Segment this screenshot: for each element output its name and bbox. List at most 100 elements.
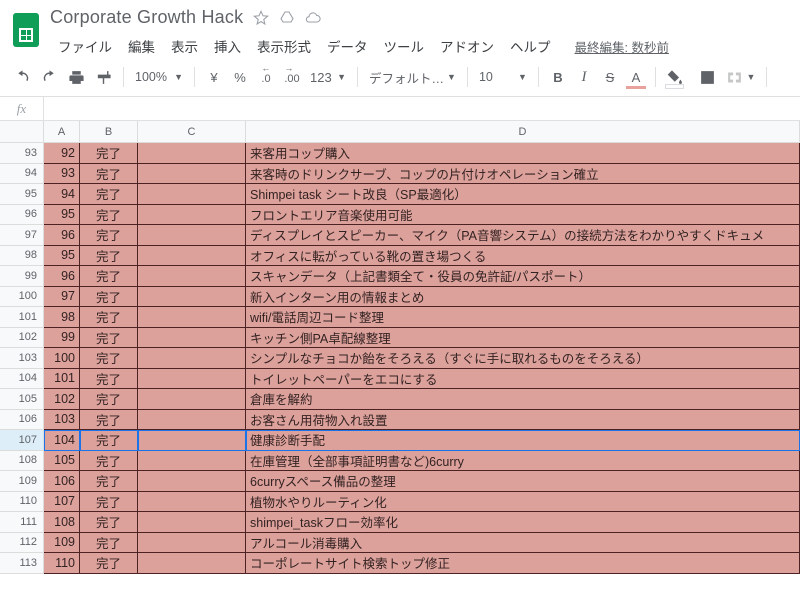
cell-B[interactable]: 完了 bbox=[80, 451, 138, 472]
cell-C[interactable] bbox=[138, 410, 246, 431]
cell-C[interactable] bbox=[138, 430, 246, 451]
row-header[interactable]: 108 bbox=[0, 451, 44, 472]
number-format-dropdown[interactable]: 123▼ bbox=[306, 64, 350, 90]
menu-data[interactable]: データ bbox=[319, 32, 376, 60]
cell-A[interactable]: 109 bbox=[44, 533, 80, 554]
menu-help[interactable]: ヘルプ bbox=[502, 32, 559, 60]
cell-A[interactable]: 93 bbox=[44, 164, 80, 185]
table-row[interactable]: 112109完了アルコール消毒購入 bbox=[0, 533, 800, 554]
col-header-B[interactable]: B bbox=[80, 121, 138, 142]
row-header[interactable]: 106 bbox=[0, 410, 44, 431]
table-row[interactable]: 107104完了健康診断手配 bbox=[0, 430, 800, 451]
cell-C[interactable] bbox=[138, 164, 246, 185]
cell-C[interactable] bbox=[138, 307, 246, 328]
cell-D[interactable]: 倉庫を解約 bbox=[246, 389, 800, 410]
table-row[interactable]: 113110完了コーポレートサイト検索トップ修正 bbox=[0, 553, 800, 574]
cell-B[interactable]: 完了 bbox=[80, 471, 138, 492]
cell-B[interactable]: 完了 bbox=[80, 287, 138, 308]
cell-B[interactable]: 完了 bbox=[80, 307, 138, 328]
col-header-D[interactable]: D bbox=[246, 121, 800, 142]
table-row[interactable]: 103100完了シンプルなチョコか飴をそろえる（すぐに手に取れるものをそろえる） bbox=[0, 348, 800, 369]
cell-D[interactable]: ディスプレイとスピーカー、マイク（PA音響システム）の接続方法をわかりやすくドキ… bbox=[246, 225, 800, 246]
row-header[interactable]: 98 bbox=[0, 246, 44, 267]
cell-B[interactable]: 完了 bbox=[80, 246, 138, 267]
cell-A[interactable]: 110 bbox=[44, 553, 80, 574]
cell-C[interactable] bbox=[138, 553, 246, 574]
cloud-status-icon[interactable] bbox=[305, 10, 321, 26]
font-family-dropdown[interactable]: デフォルト…▼ bbox=[365, 64, 460, 90]
last-edit-link[interactable]: 最終編集: 数秒前 bbox=[571, 33, 673, 60]
cell-D[interactable]: コーポレートサイト検索トップ修正 bbox=[246, 553, 800, 574]
row-header[interactable]: 101 bbox=[0, 307, 44, 328]
row-header[interactable]: 112 bbox=[0, 533, 44, 554]
cell-B[interactable]: 完了 bbox=[80, 410, 138, 431]
table-row[interactable]: 9695完了フロントエリア音楽使用可能 bbox=[0, 205, 800, 226]
undo-button[interactable] bbox=[10, 64, 35, 90]
row-header[interactable]: 109 bbox=[0, 471, 44, 492]
cell-C[interactable] bbox=[138, 369, 246, 390]
cell-B[interactable]: 完了 bbox=[80, 430, 138, 451]
row-header[interactable]: 97 bbox=[0, 225, 44, 246]
cell-C[interactable] bbox=[138, 348, 246, 369]
table-row[interactable]: 109106完了6curryスペース備品の整理 bbox=[0, 471, 800, 492]
merge-cells-button[interactable]: ▼ bbox=[722, 64, 759, 90]
row-header[interactable]: 107 bbox=[0, 430, 44, 451]
cell-C[interactable] bbox=[138, 451, 246, 472]
cell-C[interactable] bbox=[138, 471, 246, 492]
cell-C[interactable] bbox=[138, 287, 246, 308]
cell-A[interactable]: 95 bbox=[44, 205, 80, 226]
cell-C[interactable] bbox=[138, 246, 246, 267]
cell-D[interactable]: shimpei_taskフロー効率化 bbox=[246, 512, 800, 533]
cell-C[interactable] bbox=[138, 225, 246, 246]
cell-D[interactable]: シンプルなチョコか飴をそろえる（すぐに手に取れるものをそろえる） bbox=[246, 348, 800, 369]
text-color-button[interactable]: A bbox=[624, 64, 648, 90]
cell-D[interactable]: オフィスに転がっている靴の置き場つくる bbox=[246, 246, 800, 267]
formula-input[interactable] bbox=[44, 97, 800, 120]
cell-A[interactable]: 96 bbox=[44, 266, 80, 287]
row-header[interactable]: 103 bbox=[0, 348, 44, 369]
cell-B[interactable]: 完了 bbox=[80, 512, 138, 533]
menu-addons[interactable]: アドオン bbox=[432, 32, 502, 60]
spreadsheet-grid[interactable]: A B C D 9392完了来客用コップ購入9493完了来客時のドリンクサーブ、… bbox=[0, 121, 800, 574]
decrease-decimal-button[interactable]: .0← bbox=[254, 64, 278, 90]
col-header-C[interactable]: C bbox=[138, 121, 246, 142]
cell-C[interactable] bbox=[138, 184, 246, 205]
increase-decimal-button[interactable]: .00→ bbox=[280, 64, 304, 90]
cell-D[interactable]: wifi/電話周辺コード整理 bbox=[246, 307, 800, 328]
strikethrough-button[interactable]: S bbox=[598, 64, 622, 90]
currency-button[interactable]: ¥ bbox=[202, 64, 226, 90]
menu-file[interactable]: ファイル bbox=[50, 32, 120, 60]
font-size-dropdown[interactable]: 10▼ bbox=[475, 64, 531, 90]
cell-A[interactable]: 97 bbox=[44, 287, 80, 308]
cell-C[interactable] bbox=[138, 533, 246, 554]
move-to-drive-icon[interactable] bbox=[279, 10, 295, 26]
cell-B[interactable]: 完了 bbox=[80, 225, 138, 246]
paint-format-button[interactable] bbox=[91, 64, 116, 90]
select-all-corner[interactable] bbox=[0, 121, 44, 142]
cell-A[interactable]: 100 bbox=[44, 348, 80, 369]
italic-button[interactable]: I bbox=[572, 64, 596, 90]
row-header[interactable]: 95 bbox=[0, 184, 44, 205]
table-row[interactable]: 9996完了スキャンデータ（上記書類全て・役員の免許証/パスポート） bbox=[0, 266, 800, 287]
menu-view[interactable]: 表示 bbox=[163, 32, 206, 60]
col-header-A[interactable]: A bbox=[44, 121, 80, 142]
cell-B[interactable]: 完了 bbox=[80, 184, 138, 205]
cell-D[interactable]: 在庫管理（全部事項証明書など)6curry bbox=[246, 451, 800, 472]
menu-insert[interactable]: 挿入 bbox=[206, 32, 249, 60]
cell-D[interactable]: 健康診断手配 bbox=[246, 430, 800, 451]
menu-tools[interactable]: ツール bbox=[376, 32, 433, 60]
cell-D[interactable]: キッチン側PA卓配線整理 bbox=[246, 328, 800, 349]
cell-D[interactable]: スキャンデータ（上記書類全て・役員の免許証/パスポート） bbox=[246, 266, 800, 287]
table-row[interactable]: 111108完了shimpei_taskフロー効率化 bbox=[0, 512, 800, 533]
cell-D[interactable]: 新入インターン用の情報まとめ bbox=[246, 287, 800, 308]
menu-edit[interactable]: 編集 bbox=[120, 32, 163, 60]
row-header[interactable]: 104 bbox=[0, 369, 44, 390]
fill-color-button[interactable] bbox=[663, 64, 694, 90]
table-row[interactable]: 105102完了倉庫を解約 bbox=[0, 389, 800, 410]
cell-D[interactable]: 植物水やりルーティン化 bbox=[246, 492, 800, 513]
cell-A[interactable]: 108 bbox=[44, 512, 80, 533]
table-row[interactable]: 9796完了ディスプレイとスピーカー、マイク（PA音響システム）の接続方法をわか… bbox=[0, 225, 800, 246]
cell-D[interactable]: お客さん用荷物入れ設置 bbox=[246, 410, 800, 431]
cell-A[interactable]: 94 bbox=[44, 184, 80, 205]
row-header[interactable]: 94 bbox=[0, 164, 44, 185]
